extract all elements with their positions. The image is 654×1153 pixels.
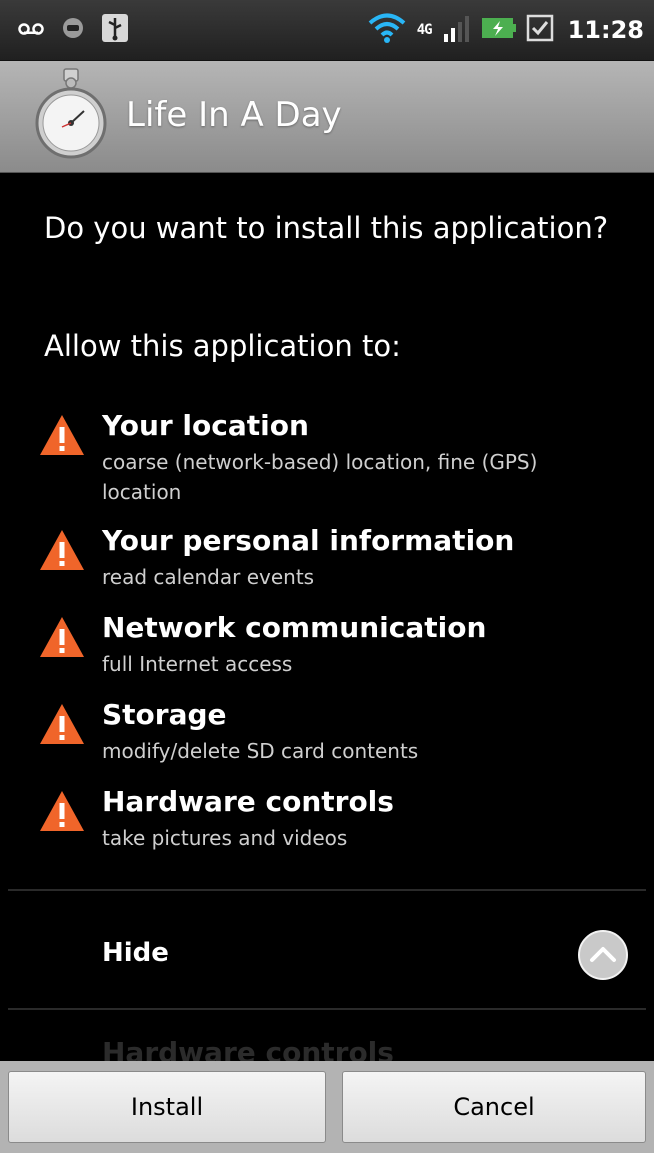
hide-label: Hide bbox=[102, 938, 169, 968]
status-time: 11:28 bbox=[567, 16, 644, 44]
signal-icon bbox=[442, 14, 472, 46]
permission-description: coarse (network-based) location, fine (G… bbox=[102, 450, 538, 504]
permission-description: read calendar events bbox=[102, 565, 315, 589]
divider bbox=[8, 1008, 646, 1010]
warning-icon bbox=[38, 702, 86, 750]
notification-dot-icon bbox=[62, 17, 84, 43]
divider bbox=[8, 889, 646, 891]
battery-charging-icon bbox=[481, 16, 516, 44]
permission-title: Network communication bbox=[102, 611, 487, 644]
app-title: Life In A Day bbox=[126, 95, 342, 135]
voicemail-icon bbox=[18, 21, 44, 40]
usb-icon bbox=[102, 14, 128, 46]
permission-title: Your location bbox=[102, 409, 309, 442]
install-question: Do you want to install this application? bbox=[44, 211, 609, 245]
permission-description: take pictures and videos bbox=[102, 826, 348, 850]
hide-toggle-row[interactable]: Hide bbox=[0, 892, 654, 1010]
checkbox-icon bbox=[526, 14, 554, 46]
app-title-bar: Life In A Day bbox=[0, 61, 654, 173]
button-bar: Install Cancel bbox=[0, 1061, 654, 1153]
cancel-button[interactable]: Cancel bbox=[342, 1071, 646, 1143]
warning-icon bbox=[38, 789, 86, 837]
permission-description: full Internet access bbox=[102, 652, 293, 676]
status-bar: 4G 11:28 bbox=[0, 0, 654, 61]
warning-icon bbox=[38, 615, 86, 663]
permission-title: Storage bbox=[102, 698, 227, 731]
collapse-button[interactable] bbox=[578, 930, 628, 980]
warning-icon bbox=[38, 413, 86, 461]
stopwatch-icon bbox=[34, 67, 108, 167]
allow-heading: Allow this application to: bbox=[44, 329, 401, 363]
wifi-icon bbox=[367, 12, 407, 48]
permission-title: Hardware controls bbox=[102, 785, 394, 818]
network-type-label: 4G bbox=[416, 22, 433, 38]
chevron-up-icon bbox=[590, 947, 616, 962]
install-button[interactable]: Install bbox=[8, 1071, 326, 1143]
permission-title: Your personal information bbox=[102, 524, 515, 557]
permission-description: modify/delete SD card contents bbox=[102, 739, 419, 763]
warning-icon bbox=[38, 528, 86, 576]
